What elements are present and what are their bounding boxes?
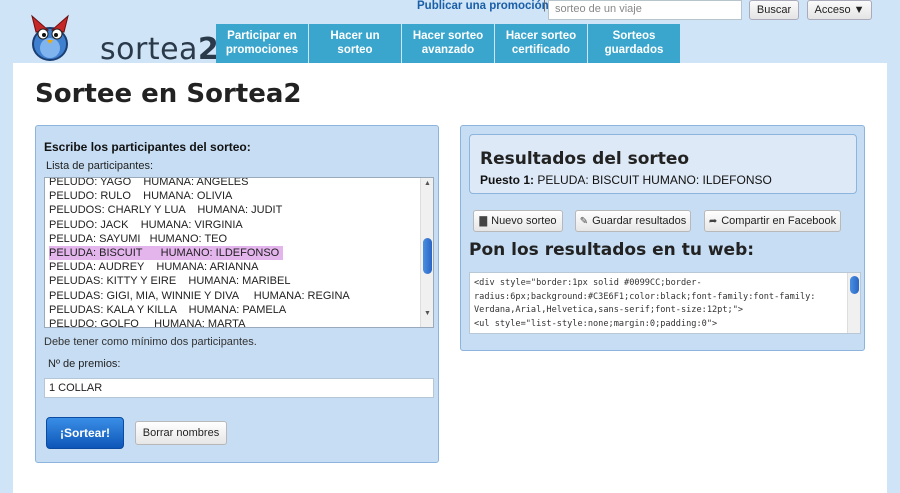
result-label: Puesto 1: bbox=[480, 173, 535, 187]
scroll-down-icon[interactable]: ▼ bbox=[424, 310, 431, 317]
main-nav: Participar en promociones Hacer un sorteo … bbox=[216, 24, 681, 63]
page-title: Sortee en Sortea2 bbox=[35, 79, 302, 109]
compartir-facebook-button[interactable]: ➦ Compartir en Facebook bbox=[704, 210, 841, 232]
document-icon: ▇ bbox=[479, 215, 488, 227]
nav-hacer-sorteo[interactable]: Hacer un sorteo bbox=[309, 24, 402, 63]
nav-label: certificado bbox=[511, 44, 571, 56]
participant-row: PELUDO: JACK HUMANA: VIRGINIA bbox=[49, 215, 417, 231]
panel-title: Escribe los participantes del sorteo: bbox=[44, 140, 251, 154]
results-panel: Resultados del sorteo Puesto 1: PELUDA: … bbox=[460, 125, 865, 351]
nav-label: Hacer un bbox=[330, 30, 380, 42]
header: sortea2 Publicar una promoción | sorteo … bbox=[0, 0, 900, 67]
share-icon: ➦ bbox=[708, 215, 718, 227]
access-button[interactable]: Acceso ▼ bbox=[807, 0, 872, 20]
participant-row: PELUDAS: KALA Y KILLA HUMANA: PAMELA bbox=[49, 300, 417, 316]
search-button[interactable]: Buscar bbox=[749, 0, 799, 20]
nav-label: Hacer sorteo bbox=[412, 30, 484, 42]
participant-row: PELUDO: YAGO HUMANA: ANGELES bbox=[49, 178, 417, 188]
participant-row: PELUDA: BISCUIT HUMANO: ILDEFONSO bbox=[49, 243, 417, 261]
scroll-thumb[interactable] bbox=[850, 276, 859, 294]
sortear-button[interactable]: ¡Sortear! bbox=[46, 417, 124, 449]
nav-label: Hacer sorteo bbox=[505, 30, 577, 42]
button-label: Nuevo sorteo bbox=[491, 215, 557, 227]
result-line: Puesto 1: PELUDA: BISCUIT HUMANO: ILDEFO… bbox=[480, 173, 772, 187]
min-participants-note: Debe tener como mínimo dos participantes… bbox=[44, 336, 257, 348]
guardar-resultados-button[interactable]: ✎ Guardar resultados bbox=[575, 210, 691, 232]
logo[interactable]: sortea2 bbox=[28, 12, 219, 67]
logo-text: sortea2 bbox=[100, 32, 220, 67]
participants-panel: Escribe los participantes del sorteo: Li… bbox=[35, 125, 439, 463]
search-input[interactable]: sorteo de un viaje bbox=[548, 0, 742, 20]
edit-icon: ✎ bbox=[579, 215, 589, 227]
scroll-thumb[interactable] bbox=[423, 238, 432, 274]
premios-label: Nº de premios: bbox=[48, 358, 121, 370]
embed-title: Pon los resultados en tu web: bbox=[469, 240, 755, 260]
result-value: PELUDA: BISCUIT HUMANO: ILDEFONSO bbox=[537, 173, 772, 187]
participants-list: PELUDO: YAGO HUMANA: ANGELES PELUDO: RULO… bbox=[49, 178, 417, 328]
main-content: Sortee en Sortea2 Escribe los participan… bbox=[13, 63, 887, 493]
separator: | bbox=[543, 0, 546, 12]
list-label: Lista de participantes: bbox=[46, 160, 154, 172]
borrar-nombres-button[interactable]: Borrar nombres bbox=[135, 421, 227, 445]
nav-label: Sorteos bbox=[612, 30, 656, 42]
participant-row: PELUDO: GOLFO HUMANA: MARTA bbox=[49, 314, 417, 328]
nav-sorteo-certificado[interactable]: Hacer sorteo certificado bbox=[495, 24, 588, 63]
nav-participar[interactable]: Participar en promociones bbox=[216, 24, 309, 63]
scrollbar[interactable]: ▲ ▼ bbox=[420, 178, 433, 327]
participants-textarea[interactable]: PELUDO: YAGO HUMANA: ANGELES PELUDO: RULO… bbox=[44, 177, 434, 328]
sortea2-mascot-icon bbox=[31, 14, 69, 61]
nav-label: sorteo bbox=[337, 44, 373, 56]
publicar-promocion-link[interactable]: Publicar una promoción bbox=[417, 0, 549, 12]
participant-row: PELUDAS: KITTY Y EIRE HUMANA: MARIBEL bbox=[49, 271, 417, 287]
nav-label: guardados bbox=[604, 44, 664, 56]
participant-row: PELUDOS: CHARLY Y LUA HUMANA: JUDIT bbox=[49, 200, 417, 216]
participant-row: PELUDO: RULO HUMANA: OLIVIA bbox=[49, 186, 417, 202]
nav-sorteos-guardados[interactable]: Sorteos guardados bbox=[588, 24, 681, 63]
button-label: Compartir en Facebook bbox=[721, 215, 837, 227]
participant-text: PELUDO: GOLFO HUMANA: MARTA bbox=[49, 317, 246, 328]
results-box: Resultados del sorteo Puesto 1: PELUDA: … bbox=[469, 134, 857, 194]
embed-code-textarea[interactable]: <div style="border:1px solid #0099CC;bor… bbox=[469, 272, 861, 334]
participant-row: PELUDAS: GIGI, MIA, WINNIE Y DIVA HUMANA… bbox=[49, 286, 417, 302]
results-title: Resultados del sorteo bbox=[480, 149, 690, 169]
premios-input[interactable]: 1 COLLAR bbox=[44, 378, 434, 398]
nav-label: promociones bbox=[225, 44, 299, 56]
button-label: Guardar resultados bbox=[592, 215, 687, 227]
nav-sorteo-avanzado[interactable]: Hacer sorteo avanzado bbox=[402, 24, 495, 63]
nav-label: Participar en bbox=[227, 30, 297, 42]
scrollbar[interactable] bbox=[847, 273, 860, 333]
nav-label: avanzado bbox=[421, 44, 475, 56]
scroll-up-icon[interactable]: ▲ bbox=[424, 180, 431, 187]
embed-code: <div style="border:1px solid #0099CC;bor… bbox=[474, 278, 816, 329]
participant-row: PELUDA: AUDREY HUMANA: ARIANNA bbox=[49, 257, 417, 273]
nuevo-sorteo-button[interactable]: ▇ Nuevo sorteo bbox=[473, 210, 563, 232]
